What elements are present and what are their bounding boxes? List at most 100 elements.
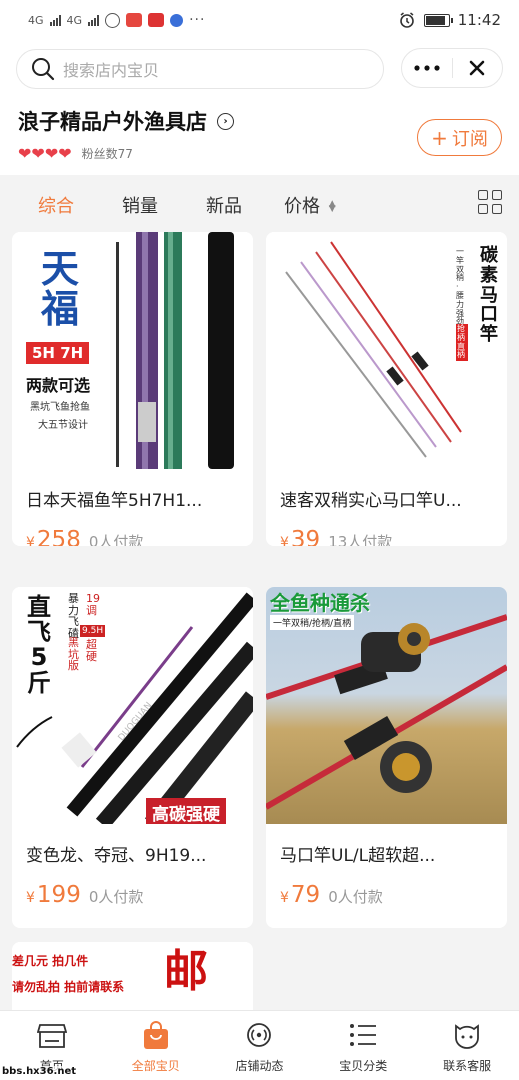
app-notification-icon (126, 13, 143, 27)
broadcast-icon (243, 1019, 275, 1051)
watermark: bbs.hx36.net (2, 1066, 77, 1077)
product-card[interactable]: 天福 5H 7H 两款可选 黑坑飞鱼抢鱼 大五节设计 日本天福鱼竿5H7H1..… (12, 232, 253, 546)
product-title: 变色龙、夺冠、9H19... (26, 846, 207, 866)
nav-categories[interactable]: 宝贝分类 (311, 1011, 415, 1080)
customer-service-icon (451, 1019, 483, 1051)
product-image: 全鱼种通杀 一竿双稍/抢柄/直柄 (266, 587, 507, 824)
product-card[interactable]: 直飞5斤 暴力飞磕 19调 9.5H 超硬 黑坑版 高碳强硬 DUOGUAN 变… (12, 587, 253, 928)
product-image: 碳素马口竿 一竿双稍 · 腰力强劲 抢柄 直柄 (266, 232, 507, 469)
product-image-headline: 碳素马口竿 (480, 245, 498, 346)
product-price: ¥ 39 13人付款 (280, 527, 392, 546)
mini-program-capsule (401, 48, 503, 88)
signal-icon (49, 14, 61, 26)
nav-customer-service-label: 联系客服 (443, 1059, 492, 1073)
sold-count: 0人付款 (88, 888, 144, 906)
shopping-bag-icon (140, 1019, 172, 1051)
subscribe-button[interactable]: + 订阅 (417, 119, 502, 156)
product-image-spec5: 黑坑版 (68, 636, 79, 673)
music-icon (170, 13, 184, 27)
sort-tabs: 综合 销量 新品 价格 ▲ ▼ (0, 175, 519, 230)
product-image-spec3: 9.5H (80, 625, 106, 637)
network-type-2: 4G (66, 13, 83, 27)
search-box[interactable]: 搜索店内宝贝 (16, 49, 384, 89)
search-icon (32, 58, 55, 81)
product-title: 马口竿UL/L超软超... (280, 846, 436, 866)
close-button[interactable] (453, 49, 503, 87)
currency-symbol: ¥ (26, 535, 35, 546)
product-card[interactable]: 碳素马口竿 一竿双稍 · 腰力强劲 抢柄 直柄 速客双稍实心马口竿U... ¥ … (266, 232, 507, 546)
product-image-spec2: 19调 (86, 592, 100, 617)
sold-count: 0人付款 (88, 533, 144, 546)
product-image-line1: 差几元 拍几件 (12, 954, 89, 968)
shop-icon (36, 1019, 68, 1051)
product-image-model: 5H 7H (26, 342, 90, 364)
product-price: ¥ 258 0人付款 (26, 527, 143, 546)
product-image-badge: 抢柄 直柄 (456, 324, 468, 362)
shop-name-row[interactable]: 浪子精品户外渔具店 › (18, 106, 234, 136)
product-image-brand: 天福 (40, 247, 79, 331)
tab-comprehensive[interactable]: 综合 (38, 192, 74, 218)
product-image-spec4: 超硬 (86, 638, 97, 663)
list-icon (347, 1019, 379, 1051)
clock: 11:42 (457, 11, 501, 29)
status-right: 11:42 (398, 11, 501, 29)
product-price: ¥ 199 0人付款 (26, 882, 143, 908)
nav-all-items-label: 全部宝贝 (131, 1059, 180, 1073)
nav-all-items[interactable]: 全部宝贝 (104, 1011, 208, 1080)
nav-shop-updates-label: 店铺动态 (235, 1059, 284, 1073)
shop-name: 浪子精品户外渔具店 (18, 110, 207, 134)
price-value: 258 (36, 527, 81, 546)
battery-level (425, 15, 446, 25)
product-title: 速客双稍实心马口竿U... (280, 491, 462, 511)
app-page: 4G 4G ··· 11:42 搜索店内宝贝 浪子精品户外渔具店 › ❤❤❤❤ … (0, 0, 519, 1080)
fans-count: 粉丝数77 (81, 147, 133, 161)
plus-icon: + (431, 125, 448, 150)
more-button[interactable] (402, 49, 452, 87)
heart-rating-icons: ❤❤❤❤ (18, 144, 72, 163)
product-title: 日本天福鱼竿5H7H1... (26, 491, 203, 511)
tab-new[interactable]: 新品 (206, 192, 242, 218)
product-image: 天福 5H 7H 两款可选 黑坑飞鱼抢鱼 大五节设计 (12, 232, 253, 469)
product-card[interactable]: 全鱼种通杀 一竿双稍/抢柄/直柄 马口竿UL/L超软超... ¥ 79 0人付款 (266, 587, 507, 928)
tab-sales[interactable]: 销量 (122, 192, 158, 218)
subscribe-label: 订阅 (451, 128, 488, 150)
shop-header: 搜索店内宝贝 浪子精品户外渔具店 › ❤❤❤❤ 粉丝数77 + 订阅 (0, 40, 519, 175)
signal-icon-2 (88, 14, 100, 26)
currency-symbol: ¥ (280, 535, 289, 546)
product-image-line1: 黑坑飞鱼抢鱼 (30, 402, 90, 413)
layout-toggle-grid-icon[interactable] (478, 190, 502, 214)
product-image-big: 直飞5斤 (27, 593, 51, 697)
sort-arrows-icon: ▲ ▼ (328, 198, 336, 214)
nav-customer-service[interactable]: 联系客服 (415, 1011, 519, 1080)
product-image-banner: 高碳强硬 (146, 798, 226, 824)
product-image-line2: 大五节设计 (38, 420, 88, 431)
product-image-sub: 一竿双稍/抢柄/直柄 (270, 615, 355, 630)
price-value: 79 (290, 882, 321, 908)
product-image-side: 一竿双稍 · 腰力强劲 (456, 247, 464, 327)
status-bar: 4G 4G ··· 11:42 (0, 0, 519, 40)
close-icon (469, 60, 485, 76)
currency-symbol: ¥ (26, 890, 35, 906)
tab-price-label: 价格 (284, 196, 320, 217)
sold-count: 0人付款 (328, 888, 383, 906)
status-left: 4G 4G ··· (28, 12, 205, 28)
nav-categories-label: 宝贝分类 (339, 1059, 388, 1073)
product-image: 直飞5斤 暴力飞磕 19调 9.5H 超硬 黑坑版 高碳强硬 DUOGUAN (12, 587, 253, 824)
sold-count: 13人付款 (328, 533, 393, 546)
more-dots-icon (414, 65, 440, 71)
product-image-line2: 请勿乱拍 拍前请联系 (12, 980, 125, 994)
product-price: ¥ 79 0人付款 (280, 882, 383, 908)
more-notifications-icon: ··· (189, 12, 206, 28)
fishing-rod-illustration (285, 241, 462, 458)
product-image-big: 邮 (164, 946, 208, 997)
tab-price[interactable]: 价格 ▲ ▼ (284, 192, 336, 218)
product-image-headline: 全鱼种通杀 (270, 591, 370, 615)
price-value: 39 (290, 527, 321, 546)
battery-icon (423, 13, 453, 27)
price-value: 199 (36, 882, 81, 908)
fishing-rod-illustration (116, 232, 234, 469)
nav-shop-updates[interactable]: 店铺动态 (208, 1011, 312, 1080)
alarm-icon (399, 12, 414, 28)
chevron-right-icon: › (217, 112, 234, 130)
network-type: 4G (28, 13, 44, 27)
